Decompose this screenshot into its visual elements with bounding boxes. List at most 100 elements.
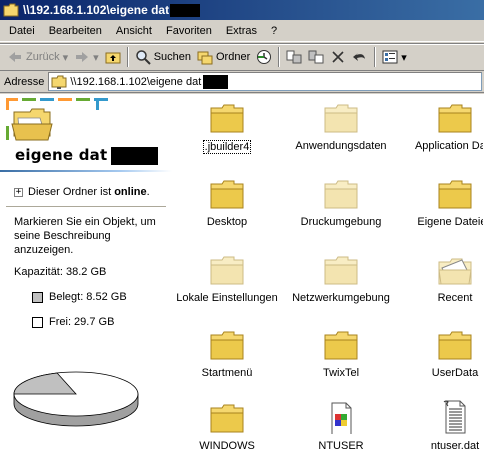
left-task-panel: eigene dat + Dieser Ordner ist online. M…: [0, 94, 172, 460]
chevron-down-icon: ▾: [93, 51, 99, 64]
folder-hidden-icon: [324, 174, 358, 210]
file-item-label: Application Data: [414, 140, 484, 152]
file-item[interactable]: WINDOWS: [170, 398, 284, 452]
free-swatch: [32, 316, 43, 328]
copy-to-button[interactable]: [305, 46, 327, 68]
file-item-label: Eigene Dateien: [417, 216, 484, 228]
undo-button[interactable]: [349, 46, 371, 68]
folder-icon: [210, 98, 244, 134]
move-to-icon: [286, 50, 302, 64]
file-item-label: Lokale Einstellungen: [176, 292, 278, 304]
panel-divider: [6, 206, 166, 207]
address-field[interactable]: \\192.168.1.102\eigene dat: [48, 72, 482, 91]
file-item[interactable]: UserData: [398, 325, 484, 379]
folder-hidden-icon: [324, 98, 358, 134]
move-to-button[interactable]: [283, 46, 305, 68]
menu-help[interactable]: ?: [264, 25, 284, 37]
file-item[interactable]: NTUSER: [284, 398, 398, 452]
folders-button[interactable]: Ordner: [194, 46, 253, 68]
banner-divider: [0, 170, 172, 172]
address-value: \\192.168.1.102\eigene dat: [70, 75, 202, 88]
search-label: Suchen: [153, 51, 191, 63]
file-item-label: Anwendungsdaten: [295, 140, 387, 152]
file-item[interactable]: TwixTel: [284, 325, 398, 379]
file-item-label: Netzwerkumgebung: [292, 292, 390, 304]
address-bar: Adresse \\192.168.1.102\eigene dat: [0, 71, 484, 93]
folder-hidden-icon: [210, 250, 244, 286]
menu-bar: Datei Bearbeiten Ansicht Favoriten Extra…: [0, 20, 484, 42]
file-item[interactable]: ntuser.dat: [398, 398, 484, 452]
toolbar: Zurück ▾ ▾ Suchen Ordner ▾: [0, 43, 484, 71]
menu-favoriten[interactable]: Favoriten: [159, 25, 219, 37]
used-text: Belegt: 8.52 GB: [49, 291, 127, 303]
toolbar-separator: [278, 47, 281, 67]
folder-up-icon: [105, 52, 121, 64]
up-button[interactable]: [102, 46, 124, 68]
undo-icon: [353, 53, 366, 61]
file-item[interactable]: Lokale Einstellungen: [170, 250, 284, 304]
window-title: \\192.168.1.102\eigene dat: [23, 3, 170, 17]
used-legend: Belegt: 8.52 GB: [32, 291, 127, 303]
file-item[interactable]: Recent: [398, 250, 484, 304]
chevron-down-icon: ▾: [62, 51, 69, 64]
delete-button[interactable]: [327, 46, 349, 68]
forward-button[interactable]: ▾: [71, 46, 102, 68]
online-prefix: Dieser Ordner ist: [28, 186, 115, 198]
back-label: Zurück: [26, 51, 60, 63]
menu-bearbeiten[interactable]: Bearbeiten: [42, 25, 109, 37]
folder-icon: [438, 98, 472, 134]
address-label: Adresse: [4, 75, 45, 88]
online-status-text: Dieser Ordner ist online.: [28, 186, 150, 198]
selection-description: Markieren Sie ein Objekt, um seine Besch…: [14, 216, 156, 256]
redacted-block: [203, 74, 229, 89]
folder-hidden-icon: [324, 250, 358, 286]
file-item-label: Druckumgebung: [300, 216, 382, 228]
expand-icon[interactable]: +: [14, 187, 23, 197]
capacity-text: Kapazität: 38.2 GB: [14, 266, 107, 278]
file-item[interactable]: Desktop: [170, 174, 284, 228]
search-button[interactable]: Suchen: [132, 46, 194, 68]
file-item[interactable]: Startmenü: [170, 325, 284, 379]
folder-tree-icon: [197, 51, 213, 65]
menu-datei[interactable]: Datei: [2, 25, 42, 37]
folder-icon: [438, 325, 472, 361]
folder-icon: [210, 325, 244, 361]
file-item[interactable]: Eigene Dateien: [398, 174, 484, 228]
online-suffix: .: [146, 186, 150, 198]
copy-to-icon: [308, 50, 324, 64]
file-item[interactable]: Application Data: [398, 98, 484, 152]
redacted-block: [170, 3, 201, 17]
panel-title: eigene dat: [15, 146, 159, 165]
network-folder-icon: [51, 75, 67, 89]
search-icon: [135, 50, 151, 65]
redacted-block: [111, 146, 159, 165]
online-status-row[interactable]: + Dieser Ordner ist online.: [14, 186, 150, 198]
folder-icon: [210, 398, 244, 434]
free-text: Frei: 29.7 GB: [49, 316, 115, 328]
file-item[interactable]: Druckumgebung: [284, 174, 398, 228]
file-item[interactable]: .jbuilder4: [170, 98, 284, 154]
toolbar-separator: [126, 47, 129, 67]
recent-folder-icon: [438, 250, 472, 286]
online-status: online: [114, 186, 147, 198]
history-icon: [257, 50, 272, 64]
dat-file-icon: [438, 398, 472, 434]
file-item[interactable]: Anwendungsdaten: [284, 98, 398, 152]
file-item-label: WINDOWS: [199, 440, 255, 452]
menu-ansicht[interactable]: Ansicht: [109, 25, 159, 37]
folder-icon: [324, 325, 358, 361]
history-button[interactable]: [253, 46, 275, 68]
views-button[interactable]: ▾: [379, 46, 410, 68]
file-item-label: UserData: [431, 367, 479, 379]
delete-icon: [332, 51, 344, 63]
back-arrow-icon: [9, 52, 21, 62]
menu-extras[interactable]: Extras: [219, 25, 264, 37]
folder-icon: [210, 174, 244, 210]
file-item-label: ntuser.dat: [430, 440, 480, 452]
file-item[interactable]: Netzwerkumgebung: [284, 250, 398, 304]
file-item-label: Desktop: [206, 216, 248, 228]
back-button[interactable]: Zurück ▾: [4, 46, 71, 68]
forward-arrow-icon: [76, 52, 89, 62]
file-item-label: Startmenü: [201, 367, 253, 379]
panel-title-text: eigene dat: [15, 146, 108, 164]
